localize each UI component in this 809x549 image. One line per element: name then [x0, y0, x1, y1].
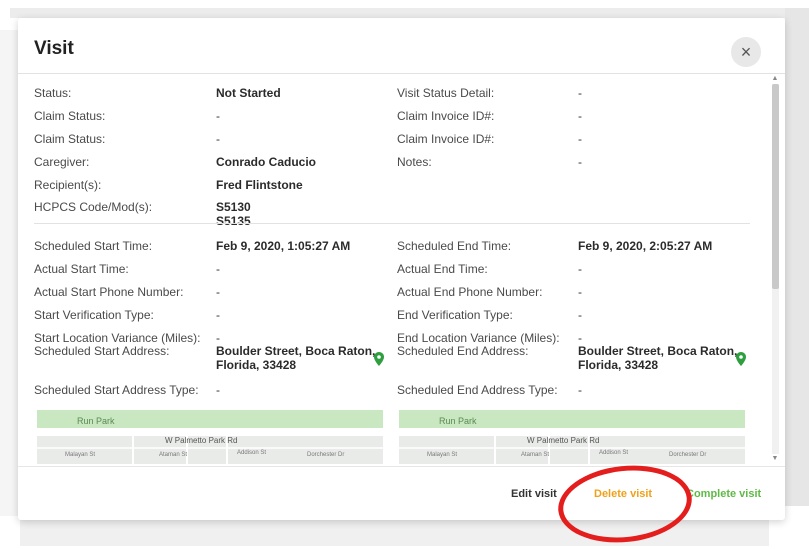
detail-row: Recipient(s): Fred Flintstone [18, 178, 768, 198]
detail-label: Claim Invoice ID#: [397, 109, 495, 123]
schedule-label: Actual Start Time: [34, 262, 129, 276]
schedule-label: Start Location Variance (Miles): [34, 331, 201, 345]
detail-value: Not Started [216, 86, 281, 100]
map-street-label: Dorchester Dr [669, 452, 706, 458]
end-address-line: Florida, 33428 [578, 358, 659, 372]
section-divider [34, 223, 750, 224]
map-road-label: W Palmetto Park Rd [165, 436, 237, 445]
detail-label: Visit Status Detail: [397, 86, 495, 100]
backdrop-band [0, 30, 18, 516]
map-street-label: Dorchester Dr [307, 452, 344, 458]
schedule-label: Actual Start Phone Number: [34, 285, 184, 299]
detail-value: - [216, 132, 220, 146]
end-location-map[interactable]: Run Park W Palmetto Park Rd Malayan St A… [399, 410, 745, 464]
map-park-label: Run Park [439, 416, 477, 426]
start-address-line: Boulder Street, Boca Raton, [216, 344, 376, 358]
map-street-label: Ataman St [159, 452, 187, 458]
schedule-value: Feb 9, 2020, 2:05:27 AM [578, 239, 713, 253]
vertical-scrollbar[interactable]: ▲ ▼ [769, 74, 781, 466]
backdrop-band [20, 520, 769, 546]
map-street-label: Malayan St [65, 452, 95, 458]
schedule-label: Actual End Phone Number: [397, 285, 543, 299]
scroll-down-icon[interactable]: ▼ [771, 454, 779, 464]
map-street-label: Malayan St [427, 452, 457, 458]
close-button[interactable]: × [731, 37, 761, 67]
hcpcs-code: S5130 [216, 200, 251, 214]
detail-row: Caregiver: Conrado Caducio Notes: - [18, 155, 768, 175]
visit-dialog: Visit × Status: Not Started Visit Status D… [18, 18, 785, 520]
schedule-label: End Location Variance (Miles): [397, 331, 560, 345]
schedule-row: Scheduled Start Time: Feb 9, 2020, 1:05:2… [18, 239, 768, 259]
schedule-label: Scheduled Start Time: [34, 239, 153, 253]
visit-details-scroll-area[interactable]: Status: Not Started Visit Status Detail: - C… [18, 74, 768, 464]
schedule-label: Start Verification Type: [34, 308, 154, 322]
schedule-row: Start Verification Type: - End Verificatio… [18, 308, 768, 328]
map-street-label: Ataman St [521, 452, 549, 458]
schedule-label: Actual End Time: [397, 262, 488, 276]
scroll-up-icon[interactable]: ▲ [771, 74, 779, 84]
start-address-line: Florida, 33428 [216, 358, 297, 372]
schedule-value: - [216, 331, 220, 345]
dialog-title: Visit [34, 38, 74, 59]
schedule-row: Actual Start Phone Number: - Actual End Ph… [18, 285, 768, 305]
map-street-label: Addison St [599, 450, 628, 456]
scrollbar-thumb[interactable] [772, 84, 779, 289]
schedule-value: - [216, 262, 220, 276]
end-address-type-label: Scheduled End Address Type: [397, 383, 558, 397]
detail-value: - [578, 86, 582, 100]
detail-value: Fred Flintstone [216, 178, 303, 192]
schedule-value: - [216, 308, 220, 322]
schedule-value: - [578, 262, 582, 276]
schedule-label: End Verification Type: [397, 308, 513, 322]
map-street-label: Addison St [237, 450, 266, 456]
schedule-value: - [578, 331, 582, 345]
detail-row: Claim Status: - Claim Invoice ID#: - [18, 109, 768, 129]
detail-value: - [578, 132, 582, 146]
detail-value: - [216, 109, 220, 123]
hcpcs-label: HCPCS Code/Mod(s): [34, 200, 153, 214]
schedule-value: Feb 9, 2020, 1:05:27 AM [216, 239, 351, 253]
detail-row: Claim Status: - Claim Invoice ID#: - [18, 132, 768, 152]
schedule-row: Actual Start Time: - Actual End Time: - [18, 262, 768, 282]
end-address-type-value: - [578, 383, 582, 397]
location-pin-icon[interactable] [736, 352, 746, 366]
complete-visit-button[interactable]: Complete visit [686, 488, 761, 500]
detail-value: - [578, 155, 582, 169]
edit-visit-button[interactable]: Edit visit [511, 488, 557, 500]
schedule-value: - [216, 285, 220, 299]
detail-value: Conrado Caducio [216, 155, 317, 169]
backdrop-band [10, 8, 809, 18]
backdrop-band [785, 8, 809, 506]
schedule-value: - [578, 285, 582, 299]
divider [18, 466, 785, 467]
detail-label: Claim Status: [34, 132, 106, 146]
location-pin-icon[interactable] [374, 352, 384, 366]
end-address-label: Scheduled End Address: [397, 344, 529, 358]
map-park-label: Run Park [77, 416, 115, 426]
start-address-type-value: - [216, 383, 220, 397]
detail-label: Claim Status: [34, 109, 106, 123]
hcpcs-row: HCPCS Code/Mod(s): S5130 S5135 [18, 200, 768, 229]
start-location-map[interactable]: Run Park W Palmetto Park Rd Malayan St A… [37, 410, 383, 464]
delete-visit-button[interactable]: Delete visit [594, 488, 652, 500]
address-row: Scheduled Start Address: Boulder Street,… [18, 344, 768, 378]
end-address-line: Boulder Street, Boca Raton, [578, 344, 738, 358]
detail-label: Recipient(s): [34, 178, 102, 192]
map-road-label: W Palmetto Park Rd [527, 436, 599, 445]
detail-label: Claim Invoice ID#: [397, 132, 495, 146]
start-address-label: Scheduled Start Address: [34, 344, 170, 358]
detail-label: Caregiver: [34, 155, 90, 169]
detail-row: Status: Not Started Visit Status Detail: - [18, 86, 768, 106]
start-address-type-label: Scheduled Start Address Type: [34, 383, 199, 397]
close-icon: × [740, 42, 752, 62]
detail-label: Notes: [397, 155, 432, 169]
schedule-value: - [578, 308, 582, 322]
detail-value: - [578, 109, 582, 123]
address-type-row: Scheduled Start Address Type: - Schedule… [18, 383, 768, 403]
detail-label: Status: [34, 86, 72, 100]
schedule-label: Scheduled End Time: [397, 239, 512, 253]
hcpcs-code: S5135 [216, 214, 251, 228]
